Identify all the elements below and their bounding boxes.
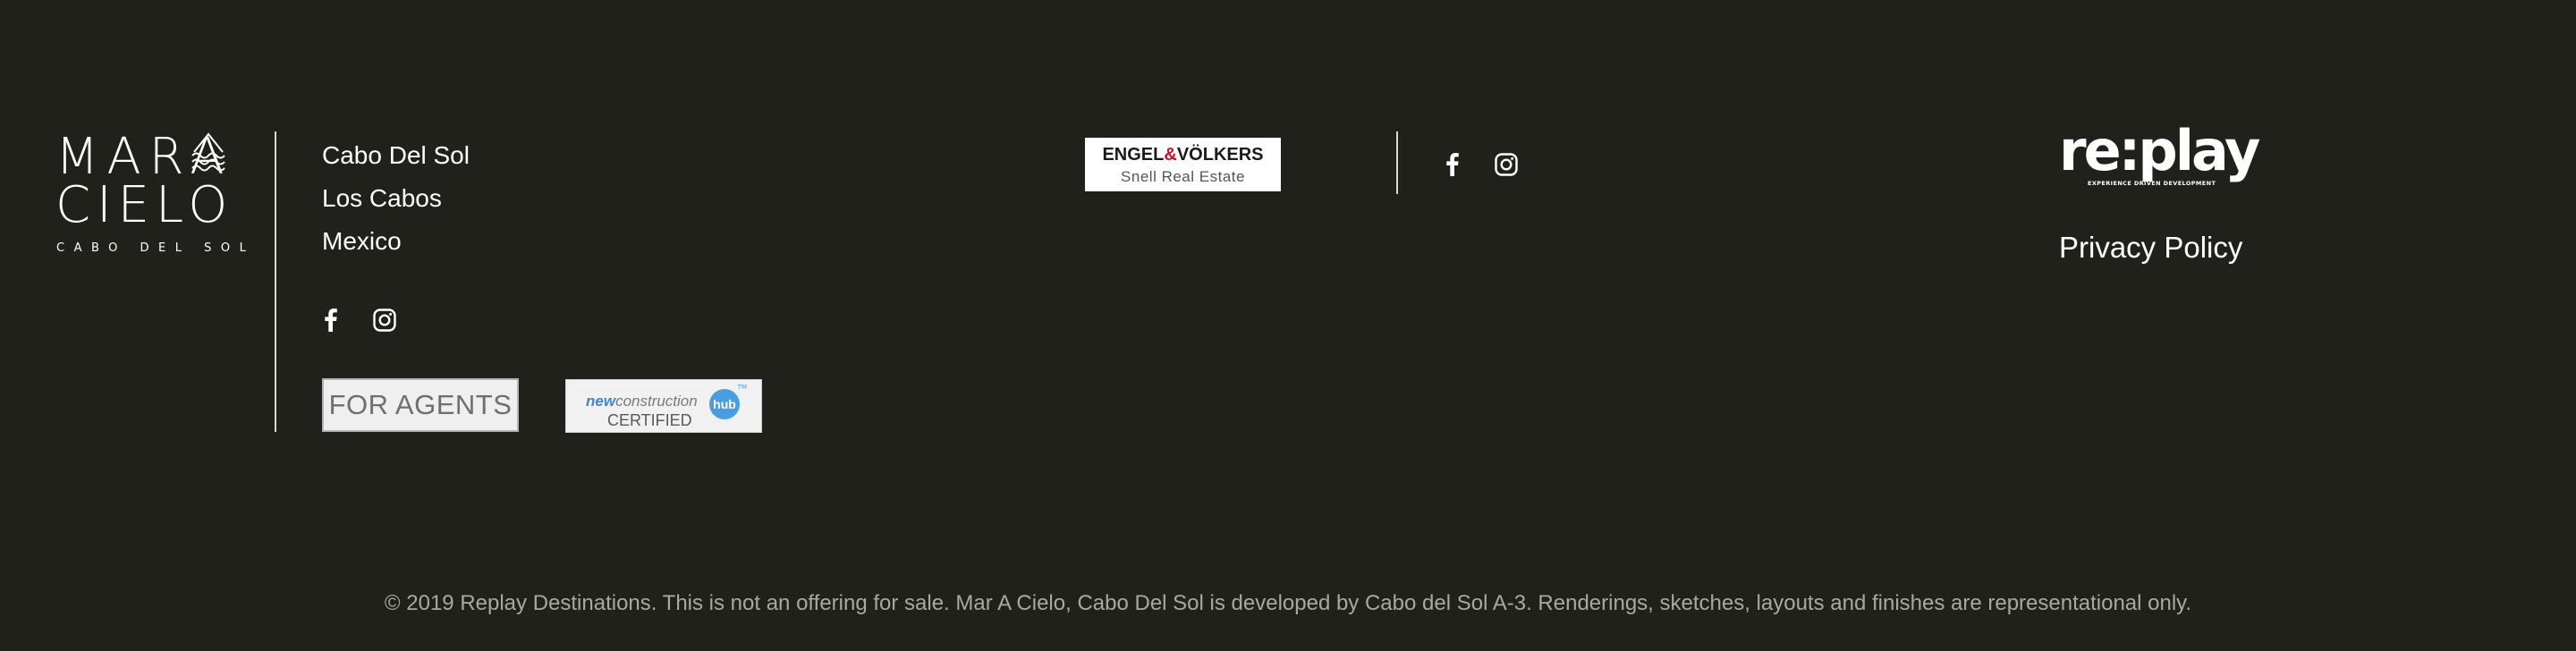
ev-subtitle: Snell Real Estate — [1121, 168, 1245, 185]
for-agents-button[interactable]: FOR AGENTS — [322, 378, 519, 432]
replay-logo[interactable]: re:play EXPERIENCE DRIVEN DEVELOPMENT — [2059, 120, 2260, 193]
ev-name: ENGEL&VÖLKERS — [1085, 145, 1281, 165]
logo-waves-icon — [191, 132, 225, 172]
privacy-policy-link[interactable]: Privacy Policy — [2059, 231, 2242, 265]
social-links — [318, 306, 397, 334]
logo-subtitle: CABO DEL SOL — [56, 241, 256, 255]
facebook-icon[interactable] — [318, 306, 343, 334]
replay-tagline: EXPERIENCE DRIVEN DEVELOPMENT — [2088, 180, 2216, 187]
address-line-3: Mexico — [322, 227, 402, 255]
instagram-icon[interactable] — [1494, 150, 1519, 179]
mar-a-cielo-logo[interactable]: MARA CIELO CABO DEL SOL — [55, 132, 246, 258]
nch-new-text: new — [586, 393, 616, 410]
instagram-icon[interactable] — [372, 306, 397, 334]
copyright-text: © 2019 Replay Destinations. This is not … — [384, 591, 2192, 615]
logo-line-cielo: CIELO — [55, 176, 234, 234]
for-agents-label: FOR AGENTS — [328, 389, 513, 420]
ev-name-right: VÖLKERS — [1176, 145, 1264, 165]
address-line-2: Los Cabos — [322, 184, 442, 212]
engel-volkers-logo[interactable]: ENGEL&VÖLKERS Snell Real Estate — [1085, 138, 1281, 191]
ev-ampersand: & — [1164, 145, 1177, 165]
vertical-divider — [275, 131, 276, 432]
partner-social-links — [1440, 150, 1519, 179]
nch-hub-icon: hub — [709, 389, 740, 419]
nch-wordmark: newconstruction — [586, 393, 698, 410]
nch-construction-text: construction — [615, 393, 698, 410]
nch-certified-text: CERTIFIED — [607, 411, 692, 429]
address-block: Cabo Del Sol Los Cabos Mexico — [322, 134, 470, 263]
ev-name-left: ENGEL — [1102, 145, 1165, 165]
new-construction-hub-badge[interactable]: newconstruction CERTIFIED hub TM — [565, 379, 762, 433]
replay-wordmark: re:play — [2059, 118, 2260, 183]
nch-trademark: TM — [737, 384, 747, 391]
vertical-divider — [1396, 131, 1398, 194]
address-line-1: Cabo Del Sol — [322, 141, 470, 169]
facebook-icon[interactable] — [1440, 150, 1465, 179]
